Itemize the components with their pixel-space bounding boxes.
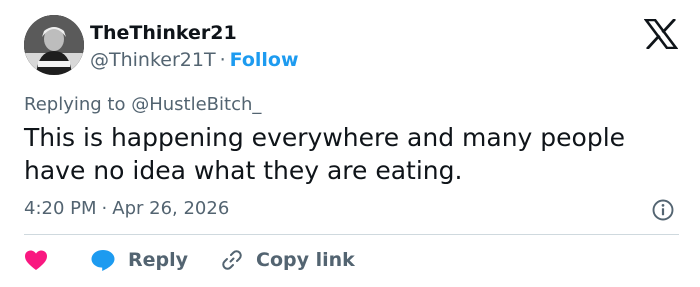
divider [24,234,679,235]
reply-context-prefix: Replying to [24,94,126,115]
tweet-text: This is happening everywhere and many pe… [24,123,626,185]
reply-button[interactable]: Reply [90,248,188,272]
avatar[interactable] [24,15,84,75]
tweet-meta: 4:20 PM · Apr 26, 2026 [24,197,229,221]
author-handle[interactable]: @Thinker21T [90,49,216,71]
heart-icon [25,250,47,270]
tweet-date[interactable]: Apr 26, 2026 [112,198,229,219]
copy-link-button[interactable]: Copy link [220,248,355,272]
action-bar: Reply Copy link [24,246,355,274]
link-icon [222,250,242,270]
x-logo-icon[interactable] [644,19,678,49]
like-button[interactable] [24,249,48,271]
handle-separator: · [219,49,226,71]
author-handle-row: @Thinker21T · Follow [90,48,299,72]
author-name[interactable]: TheThinker21 [90,21,237,45]
reply-bubble-icon [91,250,115,271]
meta-separator: · [101,198,108,219]
info-icon[interactable] [651,198,675,222]
reply-label: Reply [128,249,189,271]
follow-button[interactable]: Follow [230,49,299,71]
reply-context-mention[interactable]: @HustleBitch_ [131,94,261,115]
reply-context: Replying to @HustleBitch_ [24,93,261,117]
copy-link-label: Copy link [256,249,355,271]
tweet-time[interactable]: 4:20 PM [24,198,97,219]
